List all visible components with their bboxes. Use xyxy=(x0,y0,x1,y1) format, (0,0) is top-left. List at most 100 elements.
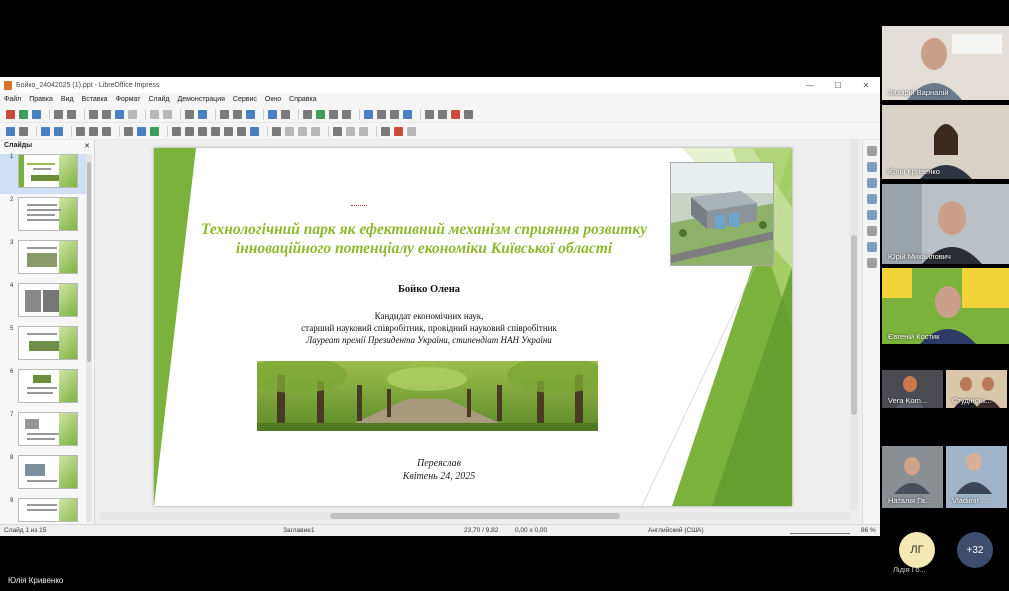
symbol-shapes-icon[interactable] xyxy=(185,126,194,136)
properties-icon[interactable] xyxy=(866,162,877,172)
participant-tile-active-speaker[interactable]: Євгеній Костик xyxy=(882,268,1009,344)
gallery-icon[interactable] xyxy=(866,242,877,252)
arrange-icon[interactable] xyxy=(298,126,307,136)
maximize-button[interactable]: ☐ xyxy=(824,81,852,90)
print-icon[interactable] xyxy=(67,109,76,119)
scrollbar-thumb[interactable] xyxy=(330,513,620,519)
slide-canvas[interactable]: Технологічний парк як ефективний механіз… xyxy=(154,148,792,506)
curves-icon[interactable] xyxy=(137,126,146,136)
glue-points-icon[interactable] xyxy=(394,126,403,136)
redo-icon[interactable] xyxy=(163,109,172,119)
slide-credentials[interactable]: Кандидат економічних наук, старший науко… xyxy=(234,310,624,346)
master-slides-icon[interactable] xyxy=(866,210,877,220)
rotate-icon[interactable] xyxy=(272,126,281,136)
basic-shapes-icon[interactable] xyxy=(172,126,181,136)
shadow-icon[interactable] xyxy=(333,126,342,136)
participant-tile[interactable]: Юрій Михайлович xyxy=(882,184,1009,264)
duplicate-slide-icon[interactable] xyxy=(438,109,447,119)
callouts-icon[interactable] xyxy=(224,126,233,136)
slide-thumbnail[interactable]: 4 xyxy=(0,283,88,323)
filter-icon[interactable] xyxy=(359,126,368,136)
slide-author[interactable]: Бойко Олена xyxy=(304,284,554,295)
rectangle-icon[interactable] xyxy=(89,126,98,136)
participant-avatar[interactable]: ЛГ xyxy=(899,532,935,568)
menu-help[interactable]: Справка xyxy=(289,96,316,103)
close-button[interactable]: ✕ xyxy=(852,81,880,90)
slide-thumbnail[interactable]: 1 xyxy=(0,154,88,194)
start-first-slide-icon[interactable] xyxy=(268,109,277,119)
styles-icon[interactable] xyxy=(866,226,877,236)
stars-icon[interactable] xyxy=(237,126,246,136)
language-selector[interactable]: Английский (США) xyxy=(648,527,704,534)
navigator-icon[interactable] xyxy=(866,258,877,268)
scrollbar-thumb[interactable] xyxy=(87,162,91,362)
find-replace-icon[interactable] xyxy=(185,109,194,119)
menu-edit[interactable]: Правка xyxy=(29,96,53,103)
close-icon[interactable]: ✕ xyxy=(84,142,90,150)
menu-file[interactable]: Файл xyxy=(4,96,21,103)
zoom-level[interactable]: 86 % xyxy=(861,527,876,534)
3d-objects-icon[interactable] xyxy=(250,126,259,136)
open-icon[interactable] xyxy=(19,109,28,119)
points-icon[interactable] xyxy=(381,126,390,136)
textbox-icon[interactable] xyxy=(364,109,373,119)
menu-insert[interactable]: Вставка xyxy=(82,96,108,103)
slide-thumbnail[interactable]: 3 xyxy=(0,240,88,280)
start-current-slide-icon[interactable] xyxy=(281,109,290,119)
table-icon[interactable] xyxy=(303,109,312,119)
crop-icon[interactable] xyxy=(346,126,355,136)
fontwork-icon[interactable] xyxy=(377,109,386,119)
park-alley-image[interactable] xyxy=(257,361,598,431)
slide-layout-icon[interactable] xyxy=(464,109,473,119)
menu-view[interactable]: Вид xyxy=(61,96,74,103)
slide-title[interactable]: Технологічний парк як ефективний механіз… xyxy=(184,220,664,258)
slide-place-date[interactable]: Переяслав Квітень 24, 2025 xyxy=(324,457,554,483)
media-icon[interactable] xyxy=(329,109,338,119)
minimize-button[interactable]: — xyxy=(796,81,824,90)
menu-format[interactable]: Формат xyxy=(116,96,141,103)
toggle-extrusion-icon[interactable] xyxy=(407,126,416,136)
master-slide-icon[interactable] xyxy=(246,109,255,119)
block-arrows-icon[interactable] xyxy=(198,126,207,136)
grid-icon[interactable] xyxy=(220,109,229,119)
participant-tile[interactable]: Vera Kom... xyxy=(882,370,943,408)
participant-tile[interactable]: Наталія Га... xyxy=(882,446,943,508)
distribute-icon[interactable] xyxy=(311,126,320,136)
participant-tile[interactable]: Юлія Кривенко xyxy=(882,105,1009,179)
more-participants-button[interactable]: +32 xyxy=(957,532,993,568)
menu-tools[interactable]: Сервис xyxy=(233,96,257,103)
show-draw-functions-icon[interactable] xyxy=(403,109,412,119)
ellipse-icon[interactable] xyxy=(102,126,111,136)
undo-icon[interactable] xyxy=(150,109,159,119)
line-icon[interactable] xyxy=(76,126,85,136)
fill-color-icon[interactable] xyxy=(41,126,50,136)
scrollbar-thumb[interactable] xyxy=(851,235,857,415)
copy-icon[interactable] xyxy=(102,109,111,119)
participant-tile[interactable]: Захарій Варналій xyxy=(882,26,1009,100)
slide-thumbnail[interactable]: 2 xyxy=(0,197,88,237)
menu-window[interactable]: Окно xyxy=(265,96,281,103)
slide-thumbnail[interactable]: 5 xyxy=(0,326,88,366)
vertical-scrollbar[interactable] xyxy=(850,140,858,510)
participant-tile[interactable]: Студінськ... xyxy=(946,370,1007,408)
select-icon[interactable] xyxy=(6,126,15,136)
zoom-slider[interactable] xyxy=(790,528,850,534)
flowchart-icon[interactable] xyxy=(211,126,220,136)
paste-icon[interactable] xyxy=(115,109,124,119)
slide-thumbnail[interactable]: 7 xyxy=(0,412,88,452)
delete-slide-icon[interactable] xyxy=(451,109,460,119)
chart-icon[interactable] xyxy=(342,109,351,119)
sidebar-settings-icon[interactable] xyxy=(866,146,877,156)
hyperlink-icon[interactable] xyxy=(390,109,399,119)
spelling-icon[interactable] xyxy=(198,109,207,119)
slide-transition-icon[interactable] xyxy=(866,178,877,188)
lines-arrows-icon[interactable] xyxy=(124,126,133,136)
clone-formatting-icon[interactable] xyxy=(128,109,137,119)
slide-thumbnail[interactable]: 8 xyxy=(0,455,88,495)
menu-slideshow[interactable]: Демонстрация xyxy=(177,96,224,103)
menu-slide[interactable]: Слайд xyxy=(148,96,169,103)
new-slide-icon[interactable] xyxy=(425,109,434,119)
slide-thumbnail[interactable]: 6 xyxy=(0,369,88,409)
display-views-icon[interactable] xyxy=(233,109,242,119)
new-document-icon[interactable] xyxy=(6,109,15,119)
